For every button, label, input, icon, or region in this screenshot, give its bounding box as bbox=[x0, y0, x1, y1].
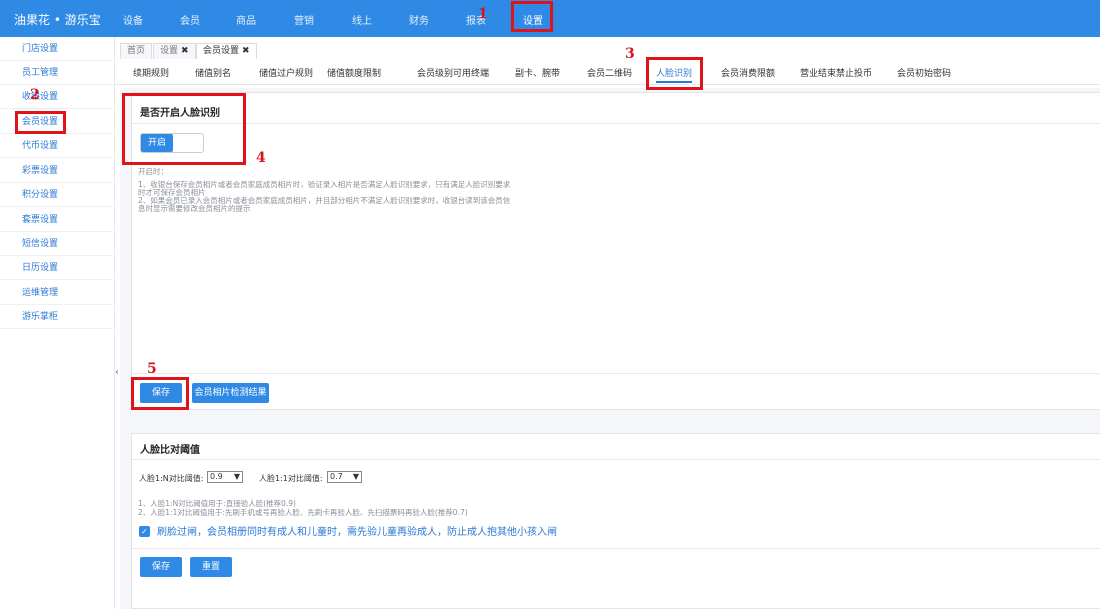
annotation-number-1: 1 bbox=[478, 6, 488, 22]
close-icon[interactable]: ✖ bbox=[181, 46, 189, 56]
face-desc-line: 开启时： bbox=[138, 167, 168, 176]
sidebar-item-calendar[interactable]: 日历设置 bbox=[0, 256, 115, 280]
divider bbox=[132, 373, 1100, 374]
subtab-level-terminals[interactable]: 会员级别可用终端 bbox=[417, 66, 489, 79]
sidebar-item-cashier[interactable]: 收银设置 bbox=[0, 85, 115, 109]
annotation-box-3 bbox=[646, 57, 703, 90]
annotation-number-3: 3 bbox=[625, 46, 635, 62]
subtabs: 续期规则 储值别名 储值过户规则 储值额度限制 会员级别可用终端 副卡、腕带 会… bbox=[115, 59, 1100, 85]
annotation-number-2: 2 bbox=[30, 87, 40, 103]
tab-member-settings[interactable]: 会员设置 ✖ bbox=[196, 43, 257, 59]
nav-item-products[interactable]: 商品 bbox=[236, 12, 256, 27]
nav-item-online[interactable]: 线上 bbox=[352, 12, 372, 27]
chevron-down-icon: ▼ bbox=[352, 472, 359, 481]
sidebar-item-sms[interactable]: 短信设置 bbox=[0, 232, 115, 256]
app-brand: 油果花 • 游乐宝 bbox=[14, 13, 101, 27]
reset-button[interactable]: 重置 bbox=[190, 557, 232, 577]
nav-item-marketing[interactable]: 营销 bbox=[294, 12, 314, 27]
sidebar-item-lottery[interactable]: 彩票设置 bbox=[0, 159, 115, 183]
one-threshold-value: 0.7 bbox=[330, 472, 343, 481]
subtab-stored-value-alias[interactable]: 储值别名 bbox=[195, 66, 231, 79]
child-first-checkbox[interactable]: ✓ bbox=[139, 526, 150, 537]
sidebar-collapse-icon[interactable]: ‹ bbox=[115, 367, 119, 378]
face-switch-panel bbox=[131, 92, 1100, 410]
face-desc-line: 息时显示需要修改会员相片的提示 bbox=[138, 204, 251, 213]
annotation-number-4: 4 bbox=[256, 150, 266, 166]
annotation-box-5 bbox=[131, 377, 189, 410]
close-icon[interactable]: ✖ bbox=[242, 46, 250, 56]
tab-label: 会员设置 bbox=[203, 46, 240, 56]
n-threshold-label: 人脸1:N对比阈值: bbox=[139, 474, 204, 483]
subtab-sub-card[interactable]: 副卡、腕带 bbox=[515, 66, 560, 79]
one-threshold-label: 人脸1:1对比阈值: bbox=[259, 474, 323, 483]
sidebar-item-package[interactable]: 套票设置 bbox=[0, 208, 115, 232]
annotation-box-4 bbox=[122, 93, 246, 165]
tab-home[interactable]: 首页 bbox=[120, 43, 153, 59]
tab-label: 设置 bbox=[160, 46, 179, 56]
subtab-transfer-rules[interactable]: 储值过户规则 bbox=[259, 66, 313, 79]
page-tabs: 首页 设置 ✖ 会员设置 ✖ bbox=[115, 37, 1100, 59]
one-threshold-select[interactable]: 0.7 ▼ bbox=[327, 471, 362, 483]
nav-item-members[interactable]: 会员 bbox=[180, 12, 200, 27]
sidebar-item-token[interactable]: 代币设置 bbox=[0, 134, 115, 158]
child-first-label[interactable]: 刷脸过闸，会员相册同时有成人和儿童时，需先验儿童再验成人，防止成人抱其他小孩入闸 bbox=[157, 523, 557, 538]
subtab-closing-ban[interactable]: 营业结束禁止投币 bbox=[800, 66, 872, 79]
threshold-title: 人脸比对阈值 bbox=[140, 445, 200, 456]
sidebar-item-points[interactable]: 积分设置 bbox=[0, 183, 115, 207]
annotation-number-5: 5 bbox=[147, 361, 157, 377]
subtab-limit[interactable]: 储值额度限制 bbox=[327, 66, 381, 79]
subtab-qrcode[interactable]: 会员二维码 bbox=[587, 66, 632, 79]
tab-settings[interactable]: 设置 ✖ bbox=[153, 43, 196, 59]
photo-check-result-button[interactable]: 会员相片检测结果 bbox=[192, 383, 269, 403]
nav-item-finance[interactable]: 财务 bbox=[409, 12, 429, 27]
sidebar-item-maintenance[interactable]: 运维管理 bbox=[0, 281, 115, 305]
sidebar-item-staff[interactable]: 员工管理 bbox=[0, 61, 115, 85]
tab-label: 首页 bbox=[127, 46, 146, 56]
nav-item-devices[interactable]: 设备 bbox=[123, 12, 143, 27]
threshold-note: 2、人脸1:1对比阈值用于:先刷手机或号再验人脸、先刷卡再验人脸、先扫描票码再验… bbox=[138, 508, 468, 517]
save-threshold-button[interactable]: 保存 bbox=[140, 557, 182, 577]
threshold-note: 1、人脸1:N对比阈值用于:直接验人脸(推荐0.9) bbox=[138, 499, 296, 508]
subtab-renewal-rules[interactable]: 续期规则 bbox=[133, 66, 169, 79]
n-threshold-value: 0.9 bbox=[210, 472, 223, 481]
annotation-box-1 bbox=[511, 1, 553, 32]
divider bbox=[132, 459, 1100, 460]
sidebar-item-manager[interactable]: 游乐掌柜 bbox=[0, 305, 115, 329]
annotation-box-2 bbox=[15, 111, 66, 134]
n-threshold-select[interactable]: 0.9 ▼ bbox=[207, 471, 243, 483]
subtab-spend-limit[interactable]: 会员消费限额 bbox=[721, 66, 775, 79]
chevron-down-icon: ▼ bbox=[233, 472, 240, 481]
divider bbox=[132, 123, 1100, 124]
divider bbox=[132, 548, 1100, 549]
subtab-initial-password[interactable]: 会员初始密码 bbox=[897, 66, 951, 79]
sidebar-item-store-settings[interactable]: 门店设置 bbox=[0, 37, 115, 61]
